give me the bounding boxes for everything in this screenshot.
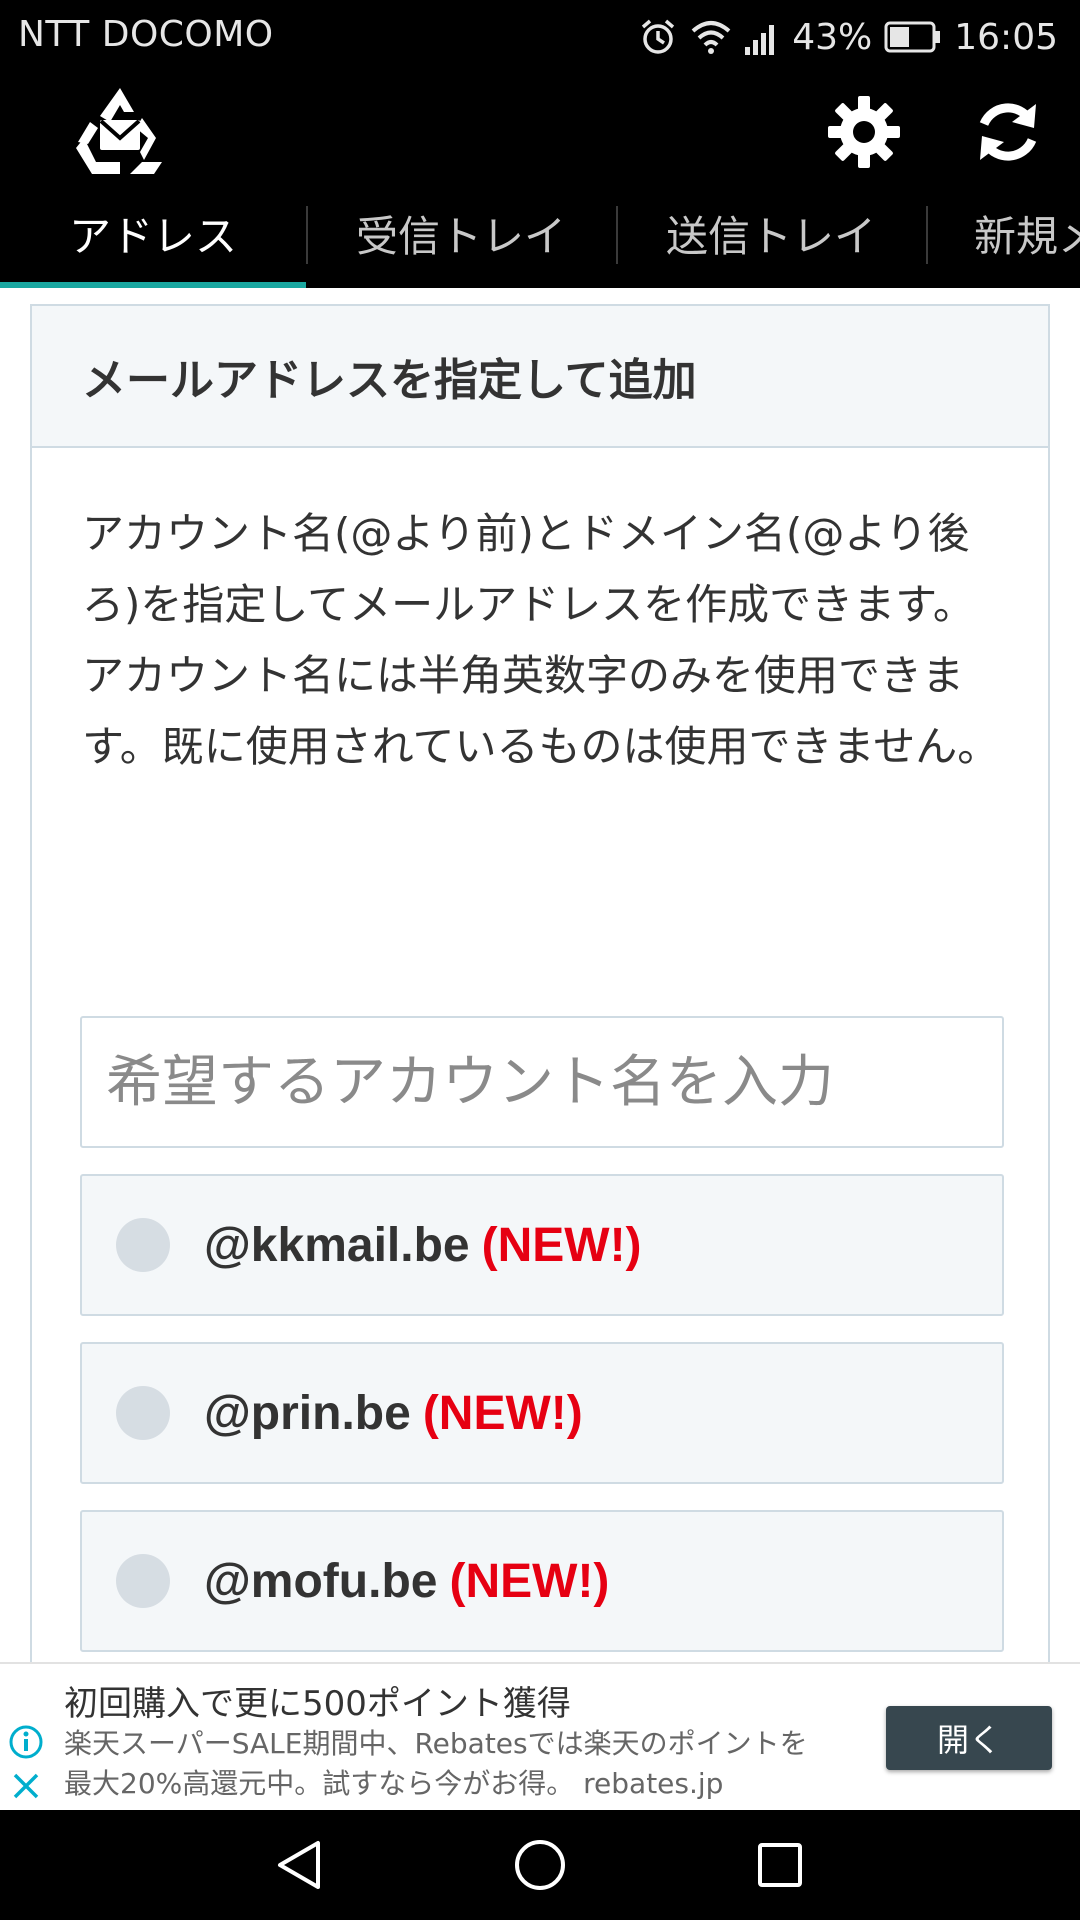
ad-open-button[interactable]: 開く [886,1706,1052,1770]
domain-option[interactable]: @mofu.be (NEW!) [80,1510,1004,1652]
new-badge: (NEW!) [422,1386,583,1440]
info-icon[interactable] [8,1724,44,1760]
system-nav-bar [0,1810,1080,1920]
tab-outbox[interactable]: 送信トレイ [618,196,924,288]
app-logo-icon [76,88,162,174]
battery-icon [884,21,941,53]
ad-banner[interactable]: 初回購入で更に500ポイント獲得 楽天スーパーSALE期間中、Rebatesでは… [0,1662,1080,1810]
domain-label: @prin.be [204,1386,411,1440]
signal-icon [745,25,775,55]
battery-percent: 43% [792,16,873,58]
carrier-name: NTT DOCOMO [18,14,274,55]
radio-button[interactable] [116,1218,170,1272]
app-bar [0,74,1080,196]
description: アカウント名(@より前)とドメイン名(@より後ろ)を指定してメールアドレスを作成… [82,498,1012,782]
description-paragraph-2: アカウント名には半角英数字のみを使用できます。既に使用されているものは使用できま… [82,651,1000,771]
close-icon[interactable] [8,1768,44,1804]
add-address-card: メールアドレスを指定して追加 アカウント名(@より前)とドメイン名(@より後ろ)… [30,304,1050,1704]
tab-inbox[interactable]: 受信トレイ [308,196,614,288]
radio-button[interactable] [116,1554,170,1608]
wifi-icon [691,21,731,54]
new-badge: (NEW!) [449,1554,610,1608]
card-header: メールアドレスを指定して追加 [32,306,1048,448]
recents-icon[interactable] [750,1835,810,1895]
card-title: メールアドレスを指定して追加 [82,355,697,406]
domain-option[interactable]: @prin.be (NEW!) [80,1342,1004,1484]
radio-button[interactable] [116,1386,170,1440]
status-bar: NTT DOCOMO 43% 16:05 [0,0,1080,74]
clock: 16:05 [954,16,1058,58]
alarm-icon [642,19,675,54]
gear-icon[interactable] [826,94,902,170]
new-badge: (NEW!) [481,1218,642,1272]
ad-body: 楽天スーパーSALE期間中、Rebatesでは楽天のポイントを 最大20%高還元… [64,1727,808,1800]
description-paragraph-1: アカウント名(@より前)とドメイン名(@より後ろ)を指定してメールアドレスを作成… [82,509,975,629]
account-name-input[interactable] [80,1016,1004,1148]
refresh-icon[interactable] [970,94,1046,170]
home-icon[interactable] [510,1835,570,1895]
tab-address[interactable]: アドレス [0,196,306,288]
domain-label: @kkmail.be [204,1218,470,1272]
status-icons: 43% 16:05 [638,12,1058,62]
back-icon[interactable] [270,1835,330,1895]
active-tab-indicator [0,282,306,288]
domain-option[interactable]: @kkmail.be (NEW!) [80,1174,1004,1316]
tab-bar: アドレス 受信トレイ 送信トレイ 新規メール [0,196,1080,288]
tab-new-mail[interactable]: 新規メール [928,196,1080,288]
domain-label: @mofu.be [204,1554,438,1608]
ad-title: 初回購入で更に500ポイント獲得 [64,1684,571,1724]
